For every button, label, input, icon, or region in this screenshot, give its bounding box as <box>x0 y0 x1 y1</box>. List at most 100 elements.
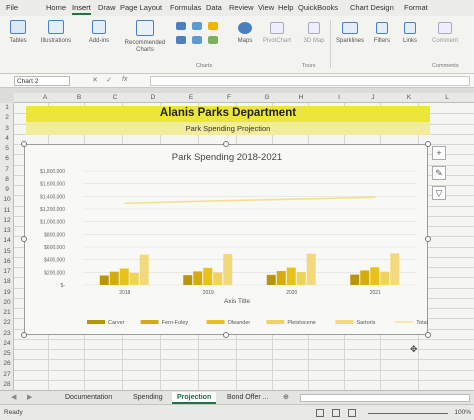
illustrations-label: Illustrations <box>40 38 72 44</box>
statistic-chart-icon[interactable] <box>192 36 202 44</box>
tab-formulas[interactable]: Formulas <box>170 3 201 12</box>
resize-handle[interactable] <box>425 332 431 338</box>
sheet-tab-projection[interactable]: Projection <box>172 392 217 404</box>
bar-series[interactable] <box>99 253 400 285</box>
tab-quickbooks[interactable]: QuickBooks <box>298 3 338 12</box>
chart-elements-button[interactable]: + <box>432 146 446 160</box>
row-header[interactable]: 10 <box>0 196 14 203</box>
row-header[interactable]: 15 <box>0 248 14 255</box>
tab-insert[interactable]: Insert <box>72 3 91 15</box>
row-header[interactable]: 12 <box>0 217 14 224</box>
column-header[interactable]: J <box>358 94 388 101</box>
page-layout-icon[interactable] <box>332 409 340 417</box>
chart-object[interactable]: Park Spending 2018-2021 $- $200,000 $400,0… <box>24 144 428 335</box>
chart-legend[interactable]: Carver Fern-Foley Oleander Pleistocene Sarto… <box>87 320 428 326</box>
zoom-slider[interactable] <box>368 413 448 414</box>
chart-title[interactable]: Park Spending 2018-2021 <box>172 152 282 163</box>
column-header[interactable]: B <box>64 94 94 101</box>
row-header[interactable]: 20 <box>0 299 14 306</box>
page-break-icon[interactable] <box>348 409 356 417</box>
sheet-tab-spending[interactable]: Spending <box>128 392 168 404</box>
resize-handle[interactable] <box>21 141 27 147</box>
tab-format[interactable]: Format <box>404 3 428 12</box>
tab-help[interactable]: Help <box>278 3 293 12</box>
formula-input[interactable] <box>150 76 470 86</box>
tab-page-layout[interactable]: Page Layout <box>120 3 162 12</box>
bar <box>370 267 380 285</box>
row-header[interactable]: 7 <box>0 166 14 173</box>
column-header[interactable]: H <box>286 94 316 101</box>
row-header[interactable]: 23 <box>0 330 14 337</box>
line-chart-icon[interactable] <box>176 36 186 44</box>
x-axis-title[interactable]: Axis Title <box>224 298 250 305</box>
resize-handle[interactable] <box>223 332 229 338</box>
fx-icon[interactable]: fx <box>122 76 127 83</box>
row-header[interactable]: 22 <box>0 319 14 326</box>
tab-view[interactable]: View <box>258 3 274 12</box>
row-header[interactable]: 17 <box>0 268 14 275</box>
scatter-chart-icon[interactable] <box>208 36 218 44</box>
resize-handle[interactable] <box>425 141 431 147</box>
resize-handle[interactable] <box>223 141 229 147</box>
normal-view-icon[interactable] <box>316 409 324 417</box>
row-header[interactable]: 13 <box>0 227 14 234</box>
column-header[interactable]: E <box>176 94 206 101</box>
row-header[interactable]: 25 <box>0 350 14 357</box>
row-header[interactable]: 4 <box>0 135 14 142</box>
subtitle-cell[interactable]: Park Spending Projection <box>26 122 430 135</box>
resize-handle[interactable] <box>21 236 27 242</box>
column-header[interactable]: I <box>324 94 354 101</box>
column-header[interactable]: F <box>214 94 244 101</box>
pie-chart-icon[interactable] <box>208 22 218 30</box>
tab-file[interactable]: File <box>6 3 18 12</box>
row-header[interactable]: 1 <box>0 104 14 111</box>
sheet-tab-documentation[interactable]: Documentation <box>60 392 117 404</box>
column-header[interactable]: K <box>394 94 424 101</box>
column-chart-icon[interactable] <box>176 22 186 30</box>
row-header[interactable]: 18 <box>0 278 14 285</box>
row-header[interactable]: 27 <box>0 371 14 378</box>
row-header[interactable]: 2 <box>0 114 14 121</box>
row-header[interactable]: 11 <box>0 207 14 214</box>
row-header[interactable]: 16 <box>0 258 14 265</box>
x-axis-ticks[interactable]: 2018 2019 2020 2021 <box>119 290 381 296</box>
row-header[interactable]: 24 <box>0 340 14 347</box>
horizontal-scrollbar[interactable] <box>300 394 470 402</box>
tab-draw[interactable]: Draw <box>98 3 116 12</box>
row-header[interactable]: 5 <box>0 145 14 152</box>
row-header[interactable]: 14 <box>0 237 14 244</box>
resize-handle[interactable] <box>21 332 27 338</box>
name-box[interactable]: Chart 2 <box>14 76 70 86</box>
row-header[interactable]: 26 <box>0 360 14 367</box>
chart-styles-button[interactable]: ✎ <box>432 166 446 180</box>
total-line[interactable] <box>124 196 376 205</box>
chart-filters-button[interactable]: ▽ <box>432 186 446 200</box>
column-header[interactable]: A <box>30 94 60 101</box>
prev-sheet-icon[interactable]: ◀ <box>6 392 21 404</box>
next-sheet-icon[interactable]: ▶ <box>22 392 37 404</box>
row-header[interactable]: 9 <box>0 186 14 193</box>
y-axis-ticks[interactable]: $- $200,000 $400,000 $600,000 $800,000 $1,000… <box>40 169 65 289</box>
enter-icon[interactable]: ✓ <box>106 76 112 84</box>
cancel-icon[interactable]: ✕ <box>92 76 98 84</box>
tab-review[interactable]: Review <box>229 3 254 12</box>
row-header[interactable]: 21 <box>0 309 14 316</box>
row-header[interactable]: 3 <box>0 125 14 132</box>
tab-chart-design[interactable]: Chart Design <box>350 3 394 12</box>
tab-home[interactable]: Home <box>46 3 66 12</box>
row-header[interactable]: 6 <box>0 155 14 162</box>
resize-handle[interactable] <box>425 236 431 242</box>
column-header[interactable]: D <box>138 94 168 101</box>
column-header[interactable]: G <box>252 94 282 101</box>
hierarchy-chart-icon[interactable] <box>192 22 202 30</box>
row-header[interactable]: 28 <box>0 381 14 388</box>
sheet-tab-bond-offer[interactable]: Bond Offer ... <box>222 392 274 404</box>
tab-data[interactable]: Data <box>206 3 222 12</box>
row-header[interactable]: 19 <box>0 289 14 296</box>
title-cell[interactable]: Alanis Parks Department <box>26 106 430 122</box>
add-sheet-icon[interactable]: ⊕ <box>278 392 294 404</box>
column-header[interactable]: L <box>432 94 462 101</box>
row-header[interactable]: 8 <box>0 176 14 183</box>
zoom-level[interactable]: 100% <box>454 409 471 416</box>
column-header[interactable]: C <box>100 94 130 101</box>
